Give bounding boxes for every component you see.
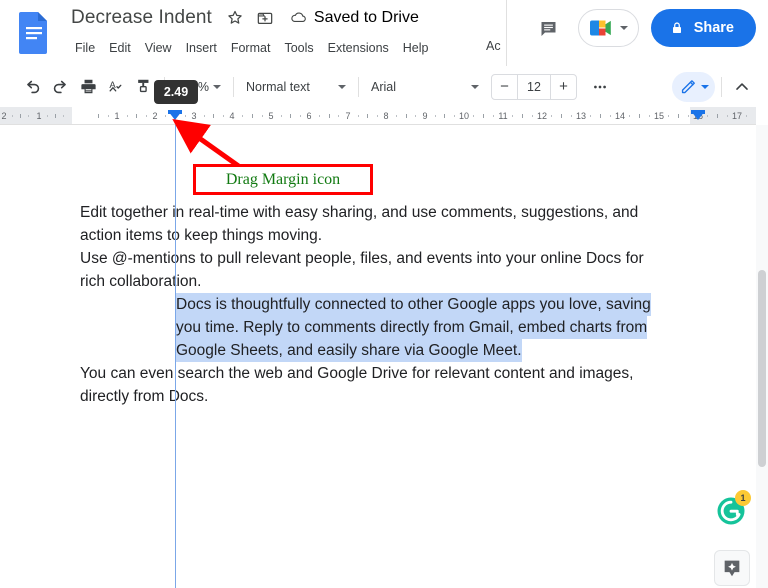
annotation-label: Drag Margin icon	[225, 170, 341, 188]
app-header: Decrease Indent Saved to Drive File Edit…	[0, 0, 768, 66]
toolbar-divider-4	[721, 76, 722, 97]
toolbar-divider-2	[232, 76, 234, 97]
more-options-button[interactable]	[585, 73, 615, 101]
annotation-callout-box: Drag Margin icon	[193, 164, 373, 195]
paragraph-1-line-2: action items to keep things moving.	[80, 227, 323, 244]
menu-tools[interactable]: Tools	[277, 38, 320, 58]
collapse-toolbar-button[interactable]	[728, 73, 756, 101]
toolbar-divider-3	[357, 76, 359, 97]
google-meet-button[interactable]	[577, 9, 639, 47]
menu-bar: File Edit View Insert Format Tools Exten…	[68, 38, 436, 58]
ruler-number-6: 6	[306, 111, 312, 121]
decrease-font-size-button[interactable]: −	[492, 75, 517, 99]
document-canvas[interactable]: Edit together in real-time with easy sha…	[0, 125, 756, 588]
header-actions: Share	[532, 9, 756, 47]
ruler-left-number-2: 2	[1, 111, 7, 121]
ruler-number-10: 10	[458, 111, 470, 121]
undo-icon[interactable]	[18, 73, 46, 101]
menu-edit[interactable]: Edit	[102, 38, 138, 58]
comment-icon[interactable]	[532, 11, 566, 45]
ruler-number-7: 7	[345, 111, 351, 121]
save-status-label: Saved to Drive	[313, 9, 419, 26]
menu-file[interactable]: File	[68, 38, 102, 58]
font-size-stepper: − 12 +	[490, 73, 577, 100]
svg-text:A: A	[109, 80, 116, 91]
indent-guide-line	[175, 125, 176, 588]
formatting-toolbar: A 100% Normal text Arial	[0, 66, 768, 107]
menu-accessibility-label: Ac	[486, 39, 501, 53]
paragraph-1-line-1: Edit together in real-time with easy sha…	[80, 204, 639, 221]
google-meet-icon	[587, 17, 617, 39]
vertical-scroll-thumb[interactable]	[758, 270, 766, 467]
save-status[interactable]: Saved to Drive	[289, 8, 419, 28]
paragraph-4-line-2: directly from Docs.	[80, 388, 209, 405]
sparkle-icon	[721, 557, 743, 579]
paragraph-style-selector[interactable]: Normal text	[240, 73, 352, 101]
menu-accessibility-clipped[interactable]: Ac	[486, 36, 506, 56]
increase-font-size-button[interactable]: +	[551, 75, 576, 99]
star-icon[interactable]	[225, 8, 245, 28]
menu-view[interactable]: View	[138, 38, 179, 58]
move-to-folder-icon[interactable]	[255, 8, 275, 28]
page-title[interactable]: Decrease Indent	[68, 6, 215, 30]
ruler-number-1: 1	[114, 111, 120, 121]
ruler-number-2: 2	[152, 111, 158, 121]
ruler-number-9: 9	[422, 111, 428, 121]
google-docs-window: Decrease Indent Saved to Drive File Edit…	[0, 0, 768, 588]
ruler-number-13: 13	[575, 111, 587, 121]
edit-mode-selector[interactable]	[672, 71, 715, 102]
right-indent-marker[interactable]	[691, 111, 705, 120]
paragraph-2-line-1: Use @-mentions to pull relevant people, …	[80, 250, 644, 267]
chevron-down-icon	[619, 26, 628, 30]
spellcheck-icon[interactable]: A	[102, 73, 130, 101]
document-title-row: Decrease Indent Saved to Drive	[68, 6, 419, 30]
grammarly-icon[interactable]: 1	[716, 490, 751, 526]
menu-insert[interactable]: Insert	[179, 38, 224, 58]
chevron-down-icon	[701, 84, 709, 89]
print-icon[interactable]	[74, 73, 102, 101]
menu-format[interactable]: Format	[224, 38, 278, 58]
ai-assist-button[interactable]	[714, 550, 750, 586]
document-ruler[interactable]: 2 1 1 2 3 4 5 6 7 8 9 10 11 12 13 14 15 …	[0, 107, 756, 125]
menu-help[interactable]: Help	[396, 38, 436, 58]
header-divider	[506, 0, 507, 66]
docs-file-icon[interactable]	[16, 10, 52, 54]
ruler-number-8: 8	[383, 111, 389, 121]
font-family-selector[interactable]: Arial	[365, 73, 485, 101]
menu-extensions[interactable]: Extensions	[321, 38, 396, 58]
indent-value-tooltip: 2.49	[154, 80, 198, 104]
grammarly-badge: 1	[735, 490, 751, 506]
paragraph-3-line-2: you time. Reply to comments directly fro…	[176, 316, 648, 339]
redo-icon[interactable]	[46, 73, 74, 101]
ruler-number-15: 15	[653, 111, 665, 121]
ruler-number-12: 12	[536, 111, 548, 121]
ruler-left-number-1: 1	[36, 111, 42, 121]
chevron-down-icon	[212, 84, 221, 89]
ruler-number-11: 11	[498, 111, 508, 121]
share-button[interactable]: Share	[650, 9, 756, 47]
share-button-label: Share	[693, 20, 734, 36]
cloud-saved-icon	[289, 8, 309, 28]
ruler-number-17: 17	[731, 111, 743, 121]
vertical-scrollbar[interactable]	[756, 125, 768, 588]
paragraph-style-value: Normal text	[245, 79, 310, 94]
lock-icon	[669, 20, 685, 36]
paragraph-3-line-3: Google Sheets, and easily share via Goog…	[176, 339, 522, 362]
paragraph-4-line-1: You can even search the web and Google D…	[80, 365, 634, 382]
font-family-value: Arial	[370, 79, 396, 94]
paragraph-3-line-1: Docs is thoughtfully connected to other …	[176, 293, 651, 316]
ruler-number-14: 14	[614, 111, 626, 121]
chevron-down-icon	[470, 84, 479, 89]
chevron-down-icon	[337, 84, 346, 89]
paragraph-2-line-2: rich collaboration.	[80, 273, 202, 290]
font-size-input[interactable]: 12	[516, 74, 551, 99]
pencil-icon	[679, 77, 698, 96]
